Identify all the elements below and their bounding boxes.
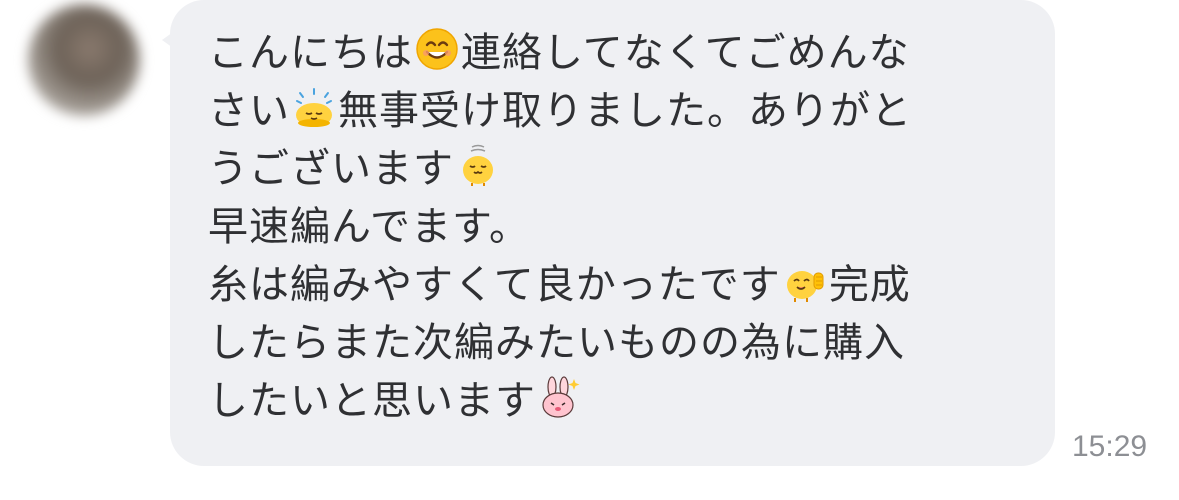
message-text: したいと思います bbox=[208, 378, 536, 424]
message-bubble[interactable]: こんにちは 連絡してなくてごめんな さい 無事受け取りました。ありがと うござい… bbox=[170, 0, 1055, 466]
message-text: 糸は編みやすくて良かったです bbox=[208, 262, 781, 308]
message-text: 無事受け取りました。ありがと bbox=[338, 88, 912, 134]
chick-emoji-icon bbox=[463, 144, 493, 186]
chick-bowing-emoji-icon bbox=[296, 88, 332, 127]
message-line: さい 無事受け取りました。ありがと bbox=[208, 78, 1035, 136]
message-timestamp: 15:29 bbox=[1072, 430, 1148, 463]
chick-thumbs-up-emoji-icon bbox=[786, 271, 824, 302]
message-text: 連絡してなくてごめんな bbox=[461, 30, 910, 76]
message-line: したらまた次編みたいものの為に購入 bbox=[208, 310, 1035, 368]
message-text: さい bbox=[208, 88, 290, 134]
message-line: 早速編んでます。 bbox=[208, 194, 1035, 252]
message-text: こんにちは bbox=[208, 30, 413, 76]
message-text: したらまた次編みたいものの為に購入 bbox=[208, 320, 905, 366]
message-text: 早速編んでます。 bbox=[208, 204, 530, 250]
message-line: したいと思います bbox=[208, 368, 1035, 426]
sender-avatar[interactable] bbox=[28, 4, 140, 116]
message-line: 糸は編みやすくて良かったです 完成 bbox=[208, 252, 1035, 310]
message-line: うございます bbox=[208, 136, 1035, 194]
message-text: 完成 bbox=[828, 262, 911, 308]
message-line: こんにちは 連絡してなくてごめんな bbox=[208, 20, 1035, 78]
smiling-face-emoji-icon bbox=[416, 28, 458, 70]
message-text: うございます bbox=[208, 146, 454, 192]
chat-message-row: こんにちは 連絡してなくてごめんな さい 無事受け取りました。ありがと うござい… bbox=[0, 0, 1179, 500]
pink-rabbit-sparkle-emoji-icon bbox=[542, 376, 580, 418]
